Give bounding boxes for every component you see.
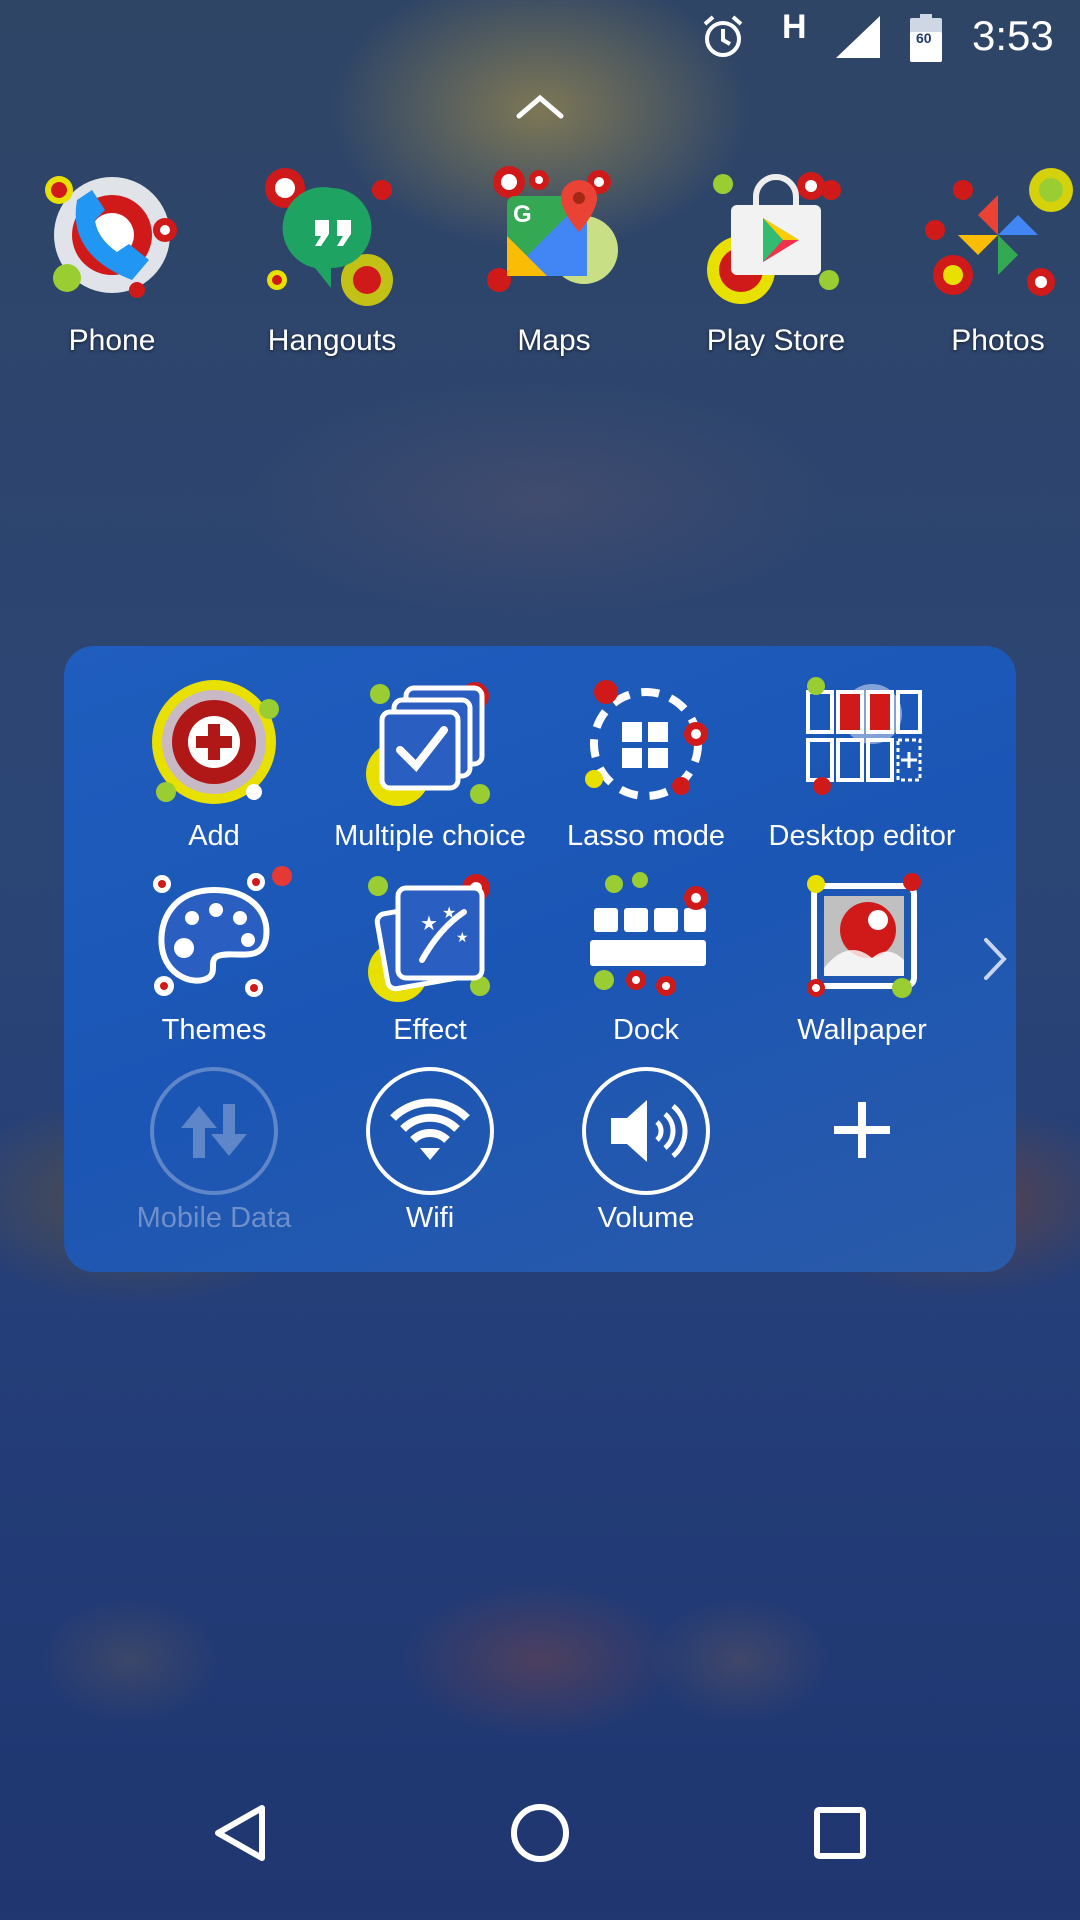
mobile-data-icon (149, 1066, 279, 1196)
menu-lasso-mode[interactable]: Lasso mode (538, 674, 754, 853)
menu-wallpaper[interactable]: Wallpaper (754, 868, 970, 1047)
alarm-icon (703, 15, 743, 57)
hangouts-icon (257, 160, 407, 310)
menu-desktop-editor[interactable]: Desktop editor (754, 674, 970, 853)
volume-icon (581, 1066, 711, 1196)
clock: 3:53 (972, 12, 1054, 59)
add-toggle-button[interactable] (754, 1066, 970, 1202)
network-type: H (782, 8, 807, 46)
launcher-menu-panel: Add Multiple choice Lasso mode Desktop e… (64, 646, 1016, 1272)
app-label: Photos (951, 324, 1045, 357)
toggle-wifi[interactable]: Wifi (322, 1066, 538, 1235)
menu-effect[interactable]: ★ ★ ★ Effect (322, 868, 538, 1047)
maps-icon: G (479, 160, 629, 310)
menu-label: Multiple choice (334, 820, 526, 852)
app-play-store[interactable]: Play Store (666, 160, 886, 358)
navigation-bar (0, 1744, 1080, 1920)
add-icon (144, 674, 284, 814)
toggle-mobile-data[interactable]: Mobile Data (106, 1066, 322, 1235)
menu-label: Effect (393, 1014, 467, 1046)
menu-label: Wallpaper (797, 1014, 927, 1046)
app-label: Maps (517, 324, 591, 357)
multiple-choice-icon (360, 674, 500, 814)
status-bar: H 60 3:53 (0, 0, 1080, 72)
app-phone[interactable]: Phone (2, 160, 222, 358)
phone-icon (37, 160, 187, 310)
app-maps[interactable]: G Maps (444, 160, 664, 358)
effect-icon: ★ ★ ★ (360, 868, 500, 1008)
photos-icon (923, 160, 1073, 310)
wifi-icon (365, 1066, 495, 1196)
wallpaper-icon (792, 868, 932, 1008)
notification-dot (272, 866, 292, 886)
dock-icon (576, 868, 716, 1008)
app-label: Hangouts (267, 324, 397, 357)
menu-label: Mobile Data (136, 1202, 292, 1234)
app-label: Phone (68, 324, 156, 357)
app-hangouts[interactable]: Hangouts (222, 160, 442, 358)
plus-icon (797, 1066, 927, 1196)
app-label: Play Store (706, 324, 846, 357)
toggle-volume[interactable]: Volume (538, 1066, 754, 1235)
menu-label: Themes (161, 1014, 267, 1046)
app-photos[interactable]: Photos (888, 160, 1080, 358)
chevron-up-icon[interactable] (515, 92, 565, 122)
menu-add[interactable]: Add (106, 674, 322, 853)
menu-label: Volume (597, 1202, 695, 1234)
menu-label: Desktop editor (768, 820, 956, 852)
svg-text:G: G (513, 201, 532, 228)
back-icon[interactable] (196, 1788, 286, 1878)
home-icon[interactable] (495, 1788, 585, 1878)
menu-label: Lasso mode (567, 820, 725, 852)
palette-icon (144, 866, 292, 1008)
lasso-icon (576, 674, 716, 814)
battery-level: 60 (916, 30, 932, 46)
svg-text:★: ★ (456, 930, 469, 946)
signal-icon (836, 16, 880, 58)
play-store-icon (701, 160, 851, 310)
menu-label: Add (188, 820, 240, 852)
menu-label: Dock (612, 1014, 680, 1046)
recents-icon[interactable] (795, 1788, 885, 1878)
chevron-right-icon[interactable] (974, 934, 1014, 984)
svg-text:★: ★ (442, 903, 456, 922)
menu-label: Wifi (405, 1202, 455, 1234)
menu-multiple-choice[interactable]: Multiple choice (322, 674, 538, 853)
desktop-editor-icon (792, 674, 932, 814)
menu-themes[interactable]: Themes (106, 866, 322, 1047)
svg-text:★: ★ (420, 911, 438, 935)
menu-dock[interactable]: Dock (538, 868, 754, 1047)
